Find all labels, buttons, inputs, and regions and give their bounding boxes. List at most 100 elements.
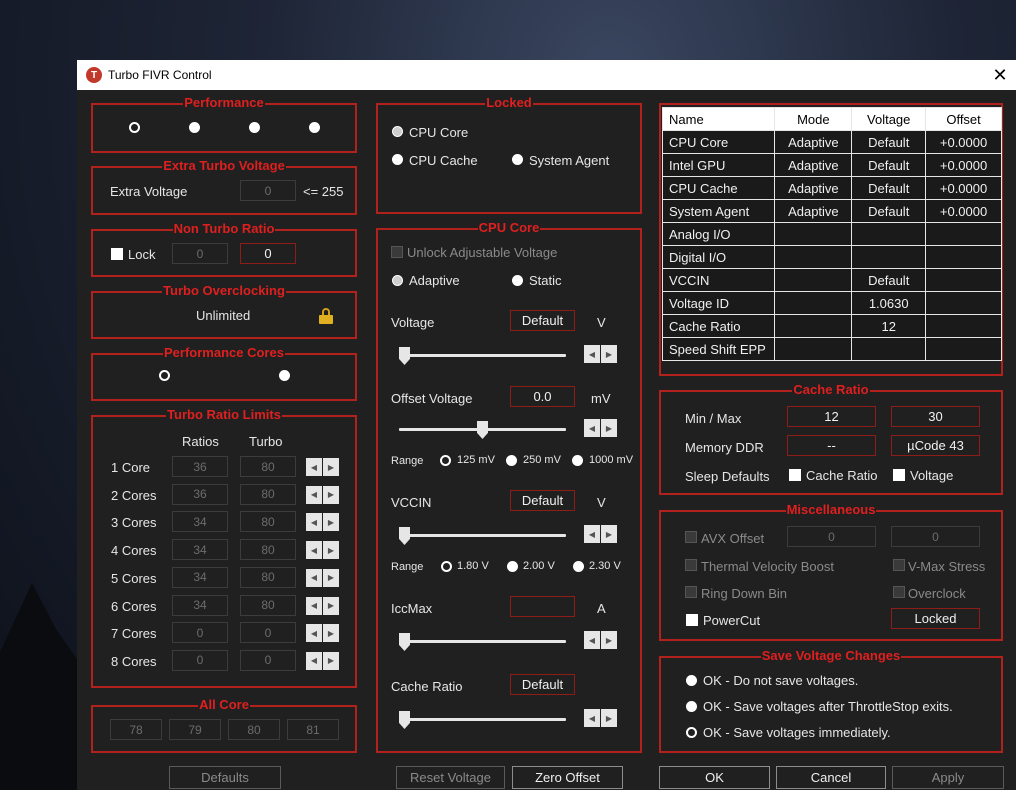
table-row[interactable]: Speed Shift EPP <box>661 337 1002 361</box>
non-turbo-ratio-input-2[interactable]: 0 <box>240 243 296 264</box>
trl-spinner[interactable]: ◀ ▶ <box>306 568 339 587</box>
left-arrow-icon[interactable]: ◀ <box>306 513 322 532</box>
left-arrow-icon[interactable]: ◀ <box>584 631 600 649</box>
powercut-checkbox[interactable] <box>686 614 698 626</box>
right-arrow-icon[interactable]: ▶ <box>323 624 339 643</box>
locked-button[interactable]: Locked <box>891 608 980 629</box>
all-core-input-4[interactable]: 81 <box>287 719 339 740</box>
right-arrow-icon[interactable]: ▶ <box>323 568 339 587</box>
right-arrow-icon[interactable]: ▶ <box>323 513 339 532</box>
performance-radio-4[interactable] <box>309 122 320 133</box>
trl-ratio-input[interactable]: 36 <box>172 483 228 505</box>
close-icon[interactable]: ✕ <box>988 63 1012 87</box>
voltage-spinner[interactable]: ◀ ▶ <box>584 345 617 363</box>
left-arrow-icon[interactable]: ◀ <box>584 525 600 543</box>
left-arrow-icon[interactable]: ◀ <box>306 541 322 560</box>
table-row[interactable]: Digital I/O <box>661 245 1002 269</box>
save-opt-3-radio[interactable] <box>686 727 697 738</box>
trl-spinner[interactable]: ◀ ▶ <box>306 513 339 532</box>
vccin-input[interactable]: Default <box>510 490 575 511</box>
voltage-slider-track[interactable] <box>399 354 566 357</box>
right-arrow-icon[interactable]: ▶ <box>323 651 339 670</box>
table-row[interactable]: Cache Ratio 12 <box>661 314 1002 338</box>
vccin-range-200-radio[interactable] <box>507 561 518 572</box>
locked-system-agent-radio[interactable] <box>512 154 523 165</box>
table-row[interactable]: Voltage ID 1.0630 <box>661 291 1002 315</box>
right-arrow-icon[interactable]: ▶ <box>601 345 617 363</box>
cancel-button[interactable]: Cancel <box>776 766 886 789</box>
right-arrow-icon[interactable]: ▶ <box>323 458 339 476</box>
cache-ratio-slider-track[interactable] <box>399 718 566 721</box>
right-arrow-icon[interactable]: ▶ <box>601 631 617 649</box>
overclock-checkbox[interactable] <box>893 586 905 598</box>
trl-turbo-input[interactable]: 80 <box>240 511 296 533</box>
sleep-voltage-checkbox[interactable] <box>893 469 905 481</box>
trl-turbo-input[interactable]: 80 <box>240 566 296 588</box>
trl-spinner[interactable]: ◀ ▶ <box>306 596 339 615</box>
right-arrow-icon[interactable]: ▶ <box>601 419 617 437</box>
left-arrow-icon[interactable]: ◀ <box>584 419 600 437</box>
left-arrow-icon[interactable]: ◀ <box>584 709 600 727</box>
left-arrow-icon[interactable]: ◀ <box>306 596 322 615</box>
extra-voltage-input[interactable]: 0 <box>240 180 296 201</box>
non-turbo-lock-checkbox[interactable] <box>111 248 123 260</box>
all-core-input-3[interactable]: 80 <box>228 719 280 740</box>
trl-ratio-input[interactable]: 36 <box>172 456 228 477</box>
ring-down-bin-checkbox[interactable] <box>685 586 697 598</box>
trl-spinner[interactable]: ◀ ▶ <box>306 651 339 670</box>
trl-ratio-input[interactable]: 34 <box>172 511 228 533</box>
reset-voltage-button[interactable]: Reset Voltage <box>396 766 505 789</box>
table-row[interactable]: System Agent Adaptive Default +0.0000 <box>661 199 1002 223</box>
static-radio[interactable] <box>512 275 523 286</box>
sleep-cache-ratio-checkbox[interactable] <box>789 469 801 481</box>
performance-radio-2[interactable] <box>189 122 200 133</box>
thermal-velocity-boost-checkbox[interactable] <box>685 559 697 571</box>
left-arrow-icon[interactable]: ◀ <box>306 651 322 670</box>
trl-turbo-input[interactable]: 80 <box>240 483 296 505</box>
column-header[interactable]: Offset <box>925 107 1002 131</box>
range-125-radio[interactable] <box>440 455 451 466</box>
zero-offset-button[interactable]: Zero Offset <box>512 766 623 789</box>
trl-turbo-input[interactable]: 80 <box>240 594 296 616</box>
vccin-range-180-radio[interactable] <box>441 561 452 572</box>
iccmax-slider-track[interactable] <box>399 640 566 643</box>
all-core-input-1[interactable]: 78 <box>110 719 162 740</box>
save-opt-2-radio[interactable] <box>686 701 697 712</box>
table-row[interactable]: Analog I/O <box>661 222 1002 246</box>
trl-turbo-input[interactable]: 80 <box>240 539 296 561</box>
cache-max-input[interactable]: 30 <box>891 406 980 427</box>
cache-min-input[interactable]: 12 <box>787 406 876 427</box>
table-row[interactable]: VCCIN Default <box>661 268 1002 292</box>
right-arrow-icon[interactable]: ▶ <box>601 525 617 543</box>
offset-spinner[interactable]: ◀ ▶ <box>584 419 617 437</box>
trl-ratio-input[interactable]: 34 <box>172 539 228 561</box>
trl-spinner[interactable]: ◀ ▶ <box>306 541 339 560</box>
right-arrow-icon[interactable]: ▶ <box>323 485 339 504</box>
vccin-spinner[interactable]: ◀ ▶ <box>584 525 617 543</box>
locked-cpu-core-radio[interactable] <box>392 126 403 137</box>
left-arrow-icon[interactable]: ◀ <box>306 568 322 587</box>
range-250-radio[interactable] <box>506 455 517 466</box>
trl-ratio-input[interactable]: 0 <box>172 649 228 671</box>
trl-turbo-input[interactable]: 0 <box>240 622 296 644</box>
iccmax-input[interactable] <box>510 596 575 617</box>
trl-ratio-input[interactable]: 34 <box>172 594 228 616</box>
table-row[interactable]: CPU Core Adaptive Default +0.0000 <box>661 130 1002 154</box>
column-header[interactable]: Mode <box>774 107 853 131</box>
left-arrow-icon[interactable]: ◀ <box>306 624 322 643</box>
all-core-input-2[interactable]: 79 <box>169 719 221 740</box>
unlock-voltage-checkbox[interactable] <box>391 246 403 258</box>
avx-offset-input-2[interactable]: 0 <box>891 526 980 547</box>
vccin-slider-track[interactable] <box>399 534 566 537</box>
avx-offset-checkbox[interactable] <box>685 531 697 543</box>
column-header[interactable]: Name <box>661 107 776 131</box>
performance-radio-3[interactable] <box>249 122 260 133</box>
range-1000-radio[interactable] <box>572 455 583 466</box>
offset-voltage-input[interactable]: 0.0 <box>510 386 575 407</box>
right-arrow-icon[interactable]: ▶ <box>323 541 339 560</box>
vmax-stress-checkbox[interactable] <box>893 559 905 571</box>
trl-ratio-input[interactable]: 34 <box>172 566 228 588</box>
trl-turbo-input[interactable]: 80 <box>240 456 296 477</box>
trl-turbo-input[interactable]: 0 <box>240 649 296 671</box>
ok-button[interactable]: OK <box>659 766 770 789</box>
